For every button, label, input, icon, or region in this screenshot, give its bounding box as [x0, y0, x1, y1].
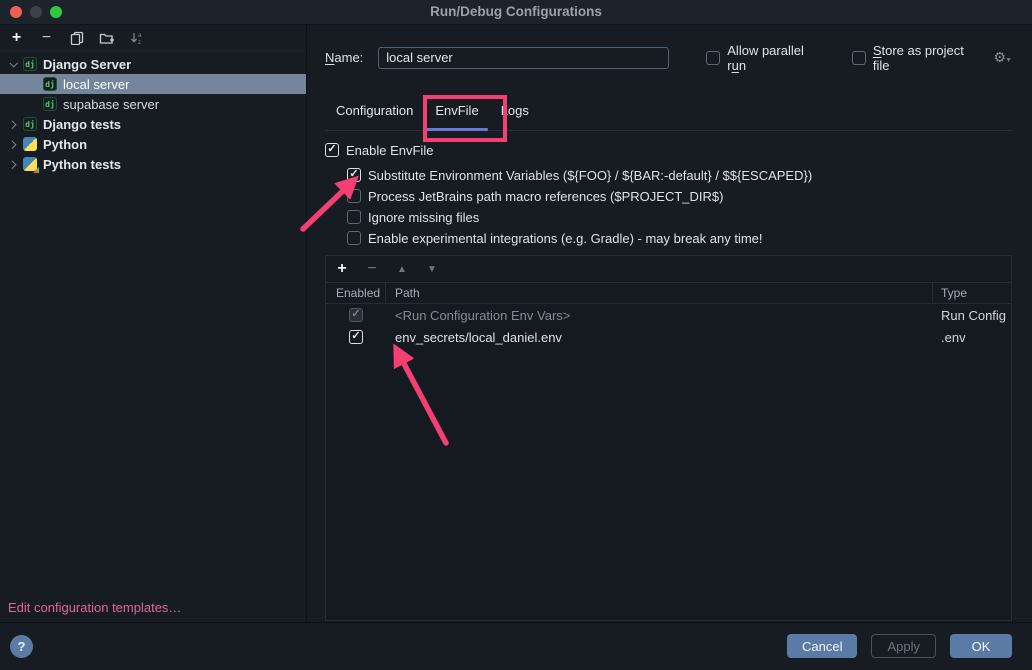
dialog-footer: ? Cancel Apply OK — [0, 622, 1032, 669]
configuration-tabs: Configuration EnvFile Logs — [325, 96, 1012, 131]
cancel-button[interactable]: Cancel — [787, 634, 857, 658]
row-type: Run Config — [933, 308, 1011, 323]
option-substitute-env-vars[interactable]: ✓ Substitute Environment Variables (${FO… — [347, 168, 1012, 182]
tree-item-label: Python tests — [43, 157, 121, 172]
move-up-icon[interactable]: ▲ — [395, 264, 409, 275]
tree-item-label: local server — [63, 77, 129, 92]
configurations-sidebar: + − az dj Django Server — [0, 25, 307, 622]
chevron-right-icon[interactable] — [5, 121, 21, 127]
table-header: Enabled Path Type — [326, 283, 1011, 304]
row-path: env_secrets/local_daniel.env — [386, 330, 933, 345]
enable-envfile-label: Enable EnvFile — [346, 143, 433, 158]
allow-parallel-run-option[interactable]: ✓ Allow parallel run — [706, 43, 826, 73]
option-label: Substitute Environment Variables (${FOO}… — [368, 168, 812, 183]
row-path: <Run Configuration Env Vars> — [386, 308, 933, 323]
sidebar-toolbar: + − az — [0, 25, 306, 51]
tree-item-local-server[interactable]: dj local server — [0, 74, 306, 94]
ignore-missing-files-checkbox[interactable]: ✓ — [347, 210, 361, 224]
apply-button[interactable]: Apply — [871, 634, 936, 658]
django-icon: dj — [43, 97, 57, 111]
process-path-macros-checkbox[interactable]: ✓ — [347, 189, 361, 203]
django-tests-icon: dj — [23, 117, 37, 131]
python-icon — [23, 137, 37, 151]
run-debug-configurations-dialog: Run/Debug Configurations + − az — [0, 0, 1032, 670]
row-type: .env — [933, 330, 1011, 345]
svg-text:a: a — [138, 33, 142, 39]
chevron-right-icon[interactable] — [5, 161, 21, 167]
add-configuration-icon[interactable]: + — [9, 30, 24, 45]
row-enabled-checkbox: ✓ — [349, 308, 363, 322]
tree-item-label: supabase server — [63, 97, 159, 112]
add-env-file-icon[interactable]: + — [335, 260, 349, 278]
name-row: Name: ✓ Allow parallel run ✓ Store as pr… — [325, 46, 1012, 69]
svg-text:z: z — [138, 40, 141, 45]
tab-logs[interactable]: Logs — [490, 96, 540, 130]
tree-item-python-tests[interactable]: Python tests — [0, 154, 306, 174]
ok-button[interactable]: OK — [950, 634, 1012, 658]
new-folder-icon[interactable] — [99, 30, 114, 45]
move-down-icon[interactable]: ▼ — [425, 264, 439, 275]
envfile-options: ✓ Substitute Environment Variables (${FO… — [347, 168, 1012, 245]
tree-item-label: Django Server — [43, 57, 131, 72]
enable-envfile-option[interactable]: ✓ Enable EnvFile — [325, 140, 1012, 160]
tree-item-label: Django tests — [43, 117, 121, 132]
allow-parallel-run-checkbox[interactable]: ✓ — [706, 51, 720, 65]
store-as-project-file-label: Store as project file — [873, 43, 984, 73]
enable-envfile-checkbox[interactable]: ✓ — [325, 143, 339, 157]
table-row-env-secrets[interactable]: ✓ env_secrets/local_daniel.env .env — [326, 326, 1011, 348]
option-label: Ignore missing files — [368, 210, 479, 225]
remove-env-file-icon[interactable]: − — [365, 260, 379, 278]
option-experimental-integrations[interactable]: ✓ Enable experimental integrations (e.g.… — [347, 231, 1012, 245]
option-ignore-missing-files[interactable]: ✓ Ignore missing files — [347, 210, 1012, 224]
tree-item-supabase-server[interactable]: dj supabase server — [0, 94, 306, 114]
name-label: Name: — [325, 50, 363, 65]
configuration-detail-panel: Name: ✓ Allow parallel run ✓ Store as pr… — [307, 25, 1032, 622]
tree-item-django-tests[interactable]: dj Django tests — [0, 114, 306, 134]
tree-item-python[interactable]: Python — [0, 134, 306, 154]
chevron-right-icon[interactable] — [5, 141, 21, 147]
help-icon[interactable]: ? — [10, 635, 33, 658]
column-header-path[interactable]: Path — [386, 283, 933, 303]
experimental-integrations-checkbox[interactable]: ✓ — [347, 231, 361, 245]
configurations-tree: dj Django Server dj local server dj supa… — [0, 51, 306, 174]
store-as-project-file-option[interactable]: ✓ Store as project file ⚙▼ — [852, 43, 1012, 73]
table-row-run-config-env-vars[interactable]: ✓ <Run Configuration Env Vars> Run Confi… — [326, 304, 1011, 326]
remove-configuration-icon[interactable]: − — [39, 30, 54, 45]
tree-item-label: Python — [43, 137, 87, 152]
django-icon: dj — [43, 77, 57, 91]
column-header-enabled[interactable]: Enabled — [326, 283, 386, 303]
envfile-table: + − ▲ ▼ Enabled Path Type ✓ <Run Configu… — [325, 255, 1012, 621]
copy-configuration-icon[interactable] — [69, 30, 84, 45]
edit-configuration-templates-link[interactable]: Edit configuration templates… — [0, 600, 306, 622]
tab-configuration[interactable]: Configuration — [325, 96, 424, 130]
footer-buttons: Cancel Apply OK — [787, 634, 1012, 658]
option-label: Enable experimental integrations (e.g. G… — [368, 231, 763, 246]
column-header-type[interactable]: Type — [933, 283, 1011, 303]
store-as-project-file-checkbox[interactable]: ✓ — [852, 51, 866, 65]
envfile-table-toolbar: + − ▲ ▼ — [326, 256, 1011, 283]
name-input[interactable] — [378, 47, 669, 69]
django-icon: dj — [23, 57, 37, 71]
allow-parallel-run-label: Allow parallel run — [727, 43, 826, 73]
tab-envfile[interactable]: EnvFile — [424, 96, 489, 130]
row-enabled-checkbox[interactable]: ✓ — [349, 330, 363, 344]
python-tests-icon — [23, 157, 37, 171]
store-settings-gear-icon[interactable]: ⚙▼ — [994, 49, 1013, 66]
titlebar: Run/Debug Configurations — [0, 0, 1032, 25]
substitute-env-vars-checkbox[interactable]: ✓ — [347, 168, 361, 182]
dialog-title: Run/Debug Configurations — [0, 4, 1032, 19]
option-label: Process JetBrains path macro references … — [368, 189, 723, 204]
chevron-down-icon[interactable] — [5, 61, 21, 67]
tree-item-django-server[interactable]: dj Django Server — [0, 54, 306, 74]
sort-configurations-icon[interactable]: az — [129, 30, 144, 45]
option-process-path-macros[interactable]: ✓ Process JetBrains path macro reference… — [347, 189, 1012, 203]
